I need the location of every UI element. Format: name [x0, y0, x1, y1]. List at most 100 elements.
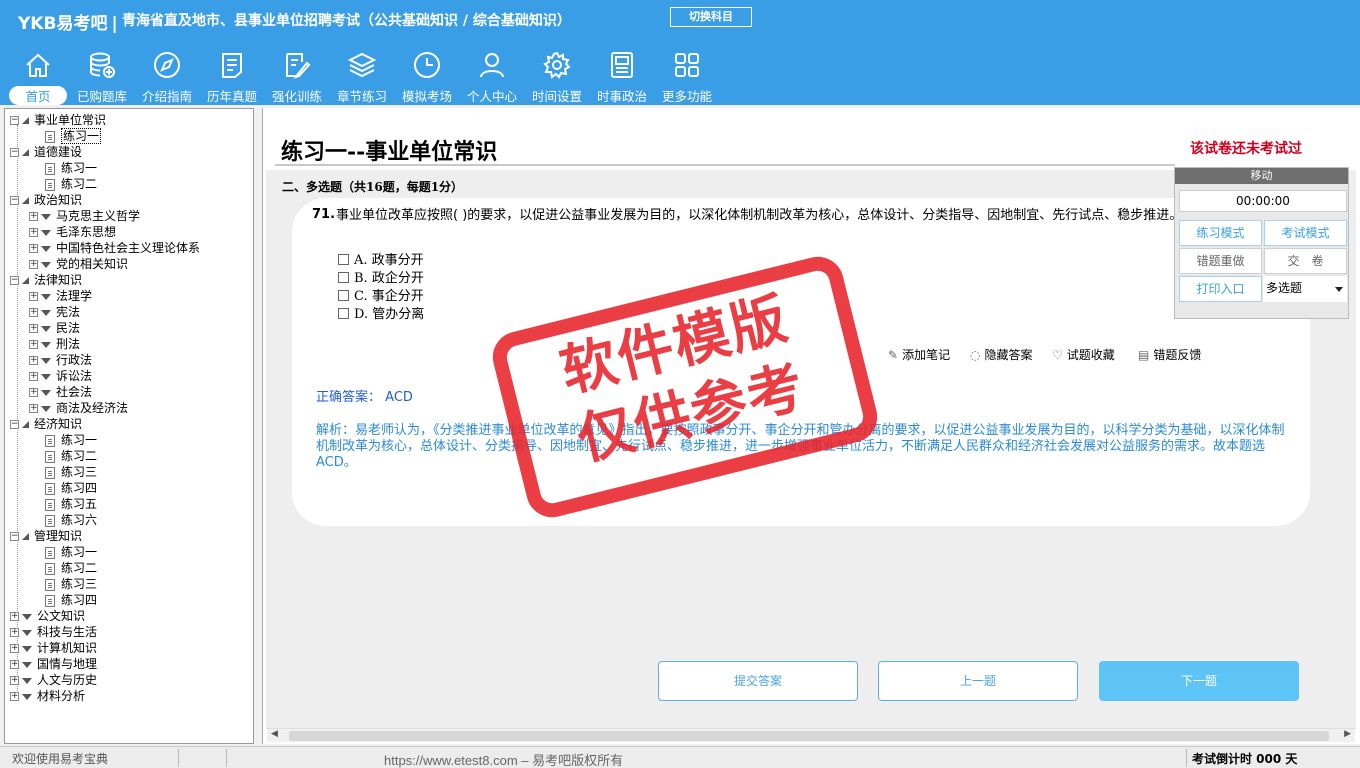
nav-past-papers[interactable]: 历年真题: [200, 50, 264, 104]
tree-leaf[interactable]: 练习五: [45, 496, 97, 512]
tree-leaf[interactable]: 练习四: [45, 480, 97, 496]
tree-node[interactable]: + 马克思主义哲学: [29, 208, 140, 224]
nav-guide[interactable]: 介绍指南: [135, 50, 199, 104]
timer-display: 00:00:00: [1179, 190, 1347, 212]
nav-mock-exam[interactable]: 模拟考场: [395, 50, 459, 104]
feedback-button[interactable]: ▤ 错题反馈: [1138, 346, 1201, 363]
nav-label: 个人中心: [466, 89, 517, 104]
favorite-button[interactable]: ♡ 试题收藏: [1052, 346, 1115, 363]
tree-leaf[interactable]: 练习一: [45, 544, 97, 560]
option-b[interactable]: B. 政企分开: [338, 267, 424, 286]
nav-label: 历年真题: [206, 89, 257, 104]
tree-node[interactable]: + 行政法: [29, 352, 92, 368]
practice-mode-button[interactable]: 练习模式: [1179, 220, 1262, 246]
list-doc-icon: [222, 53, 242, 78]
nav-label: 已购题库: [76, 89, 127, 104]
layers-icon: [347, 52, 377, 78]
home-icon: [26, 53, 50, 77]
clock-icon: [414, 52, 440, 78]
prev-question-button[interactable]: 上一题: [878, 661, 1078, 701]
tree-node[interactable]: + 诉讼法: [29, 368, 92, 384]
user-icon: [480, 53, 504, 78]
tree-node[interactable]: − 管理知识: [10, 528, 82, 544]
checkbox[interactable]: [338, 254, 349, 265]
tree-node[interactable]: + 计算机知识: [10, 640, 97, 656]
tree-node[interactable]: + 党的相关知识: [29, 256, 128, 272]
tree-node[interactable]: − 经济知识: [10, 416, 82, 432]
nav-time-settings[interactable]: 时间设置: [525, 50, 589, 104]
correct-answer: 正确答案： ACD: [316, 390, 413, 405]
add-note-button[interactable]: ✎ 添加笔记: [888, 346, 950, 363]
tree-leaf[interactable]: 练习四: [45, 592, 97, 608]
scroll-right-icon[interactable]: ▶: [1344, 729, 1351, 739]
horizontal-scrollbar[interactable]: ◀ ▶: [267, 728, 1355, 742]
tree-leaf[interactable]: 练习二: [45, 560, 97, 576]
compass-icon: [154, 52, 180, 78]
tree-node[interactable]: − 事业单位常识: [10, 112, 106, 128]
eye-slash-icon: ◌: [970, 348, 981, 362]
tree-leaf[interactable]: 练习二: [45, 448, 97, 464]
checkbox[interactable]: [338, 308, 349, 319]
nav-home[interactable]: 首页: [6, 50, 70, 105]
tree-node[interactable]: + 人文与历史: [10, 672, 97, 688]
tree-node[interactable]: + 毛泽东思想: [29, 224, 116, 240]
tree-node[interactable]: + 法理学: [29, 288, 92, 304]
exam-control-panel[interactable]: 移动 00:00:00 练习模式 考试模式 错题重做 交 卷 打印入口 多选题: [1174, 167, 1349, 319]
option-d[interactable]: D. 管办分离: [338, 303, 424, 322]
tree-node[interactable]: − 道德建设: [10, 144, 82, 160]
nav-label: 强化训练: [271, 89, 322, 104]
nav-more[interactable]: 更多功能: [655, 50, 719, 104]
nav-chapter-practice[interactable]: 章节练习: [330, 50, 394, 104]
tree-leaf[interactable]: 练习一: [45, 432, 97, 448]
scroll-left-icon[interactable]: ◀: [271, 729, 278, 739]
nav-label: 介绍指南: [141, 89, 192, 104]
welcome-text: 欢迎使用易考宝典: [12, 752, 109, 766]
nav-label: 更多功能: [661, 89, 712, 104]
checkbox[interactable]: [338, 290, 349, 301]
tree-node[interactable]: + 民法: [29, 320, 80, 336]
nav-purchased[interactable]: 已购题库: [70, 50, 134, 104]
tree-node[interactable]: + 刑法: [29, 336, 80, 352]
tree-leaf[interactable]: 练习二: [45, 176, 97, 192]
option-a[interactable]: A. 政事分开: [338, 249, 424, 268]
submit-paper-button[interactable]: 交 卷: [1264, 248, 1347, 274]
nav-training[interactable]: 强化训练: [265, 50, 329, 104]
nav-label: 模拟考场: [401, 89, 452, 104]
option-c[interactable]: C. 事企分开: [338, 285, 424, 304]
tree-node[interactable]: + 社会法: [29, 384, 92, 400]
tree-leaf[interactable]: 练习六: [45, 512, 97, 528]
tree-node[interactable]: + 公文知识: [10, 608, 85, 624]
tree-leaf[interactable]: 练习一: [45, 160, 97, 176]
category-tree[interactable]: − 事业单位常识 练习一 − 道德建设 练习一 练习二 − 政治知识 + 马克思主义哲学…: [4, 108, 254, 744]
tree-node[interactable]: − 法律知识: [10, 272, 82, 288]
nav-current-affairs[interactable]: 时事政治: [590, 50, 654, 104]
panel-drag-handle[interactable]: 移动: [1175, 168, 1348, 184]
report-icon: ▤: [1138, 348, 1150, 362]
print-button[interactable]: 打印入口: [1179, 276, 1262, 302]
nav-label: 章节练习: [336, 89, 387, 104]
copyright-url: https://www.etest8.com – 易考吧版权所有: [384, 753, 624, 768]
next-question-button[interactable]: 下一题: [1099, 661, 1299, 701]
tree-leaf[interactable]: 练习一: [45, 128, 102, 144]
hide-answer-button[interactable]: ◌ 隐藏答案: [970, 346, 1033, 363]
exam-mode-button[interactable]: 考试模式: [1264, 220, 1347, 246]
submit-answer-button[interactable]: 提交答案: [658, 661, 858, 701]
tree-node[interactable]: + 中国特色社会主义理论体系: [29, 240, 200, 256]
tree-node[interactable]: + 材料分析: [10, 688, 85, 704]
tree-node[interactable]: + 科技与生活: [10, 624, 97, 640]
grid-icon: [675, 53, 699, 77]
checkbox[interactable]: [338, 272, 349, 283]
nav-personal-center[interactable]: 个人中心: [460, 50, 524, 104]
gear-icon: [543, 51, 571, 79]
question-type-select[interactable]: 多选题: [1263, 276, 1347, 302]
pencil-icon: ✎: [888, 348, 899, 362]
tree-node[interactable]: + 宪法: [29, 304, 80, 320]
switch-subject-button[interactable]: 切换科目: [670, 7, 752, 27]
tree-node[interactable]: − 政治知识: [10, 192, 82, 208]
scroll-thumb[interactable]: [289, 731, 1329, 741]
tree-node[interactable]: + 国情与地理: [10, 656, 97, 672]
tree-leaf[interactable]: 练习三: [45, 464, 97, 480]
tree-node[interactable]: + 商法及经济法: [29, 400, 128, 416]
wrong-redo-button[interactable]: 错题重做: [1179, 248, 1262, 274]
tree-leaf[interactable]: 练习三: [45, 576, 97, 592]
